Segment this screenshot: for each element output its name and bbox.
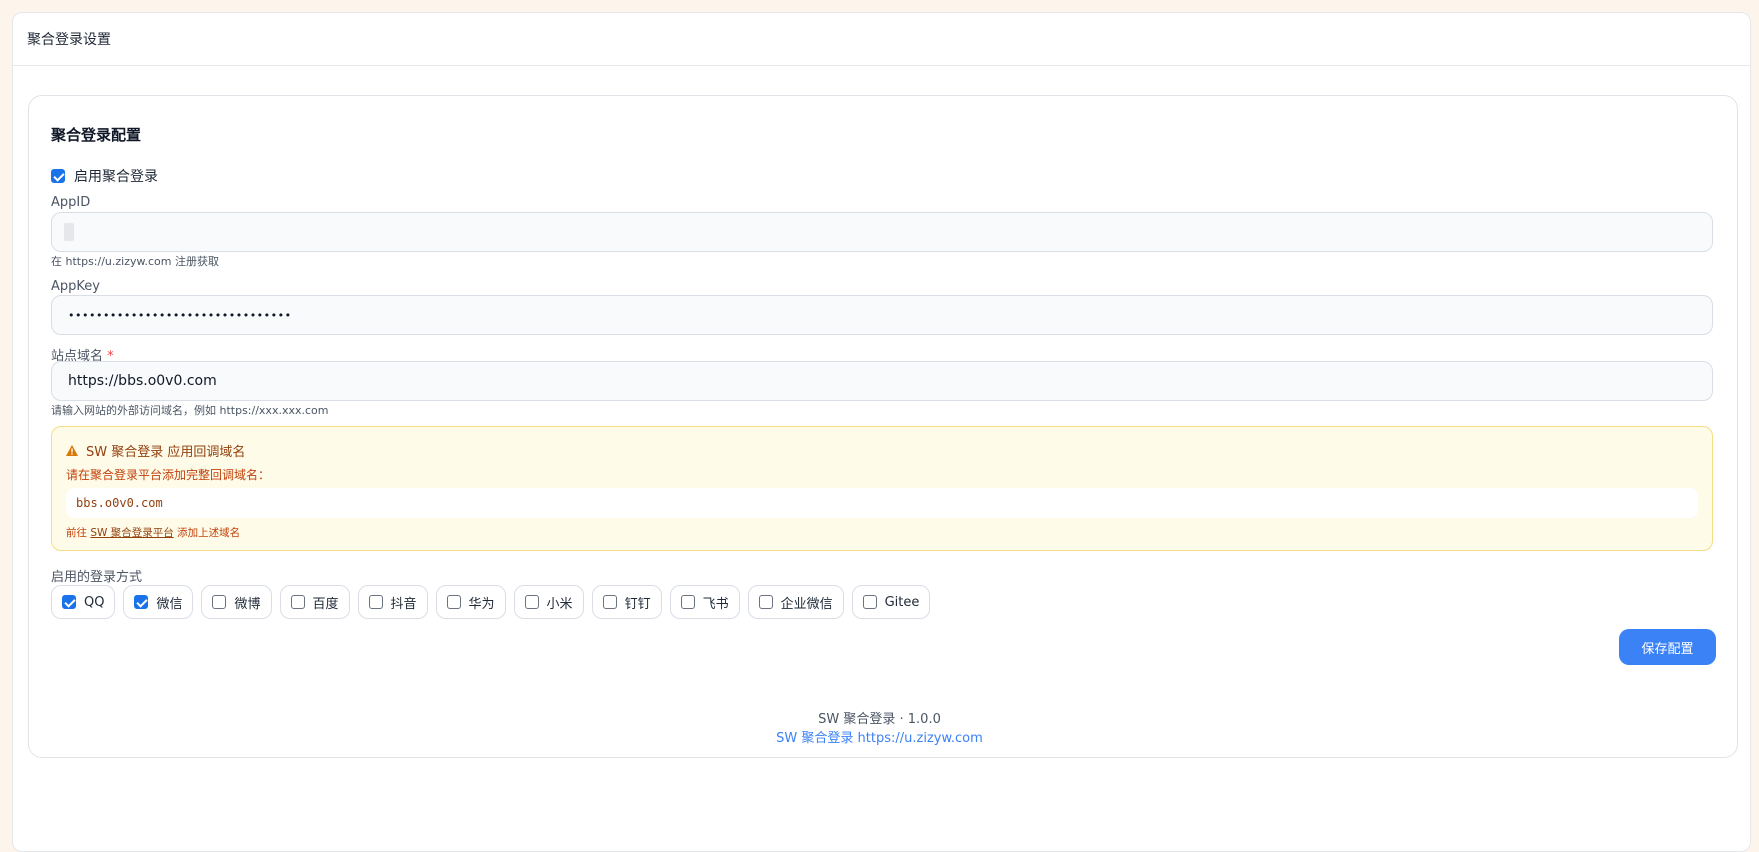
- method-checkbox[interactable]: [862, 595, 877, 609]
- callback-title-text: SW 聚合登录 应用回调域名: [86, 445, 246, 460]
- appid-value-mask: [64, 223, 74, 241]
- method-chip[interactable]: 微博: [201, 585, 272, 619]
- callback-subtitle: 请在聚合登录平台添加完整回调域名：: [66, 468, 271, 482]
- method-label: 抖音: [390, 596, 417, 612]
- callback-domain-code: bbs.o0v0.com: [66, 488, 1698, 518]
- method-checkbox[interactable]: [368, 595, 383, 609]
- method-chip[interactable]: 微信: [123, 585, 194, 619]
- foot-prefix: 前往: [66, 527, 91, 539]
- callback-notice: SW 聚合登录 应用回调域名 请在聚合登录平台添加完整回调域名： bbs.o0v…: [51, 426, 1713, 551]
- login-methods: QQ 微信 微博 百度 抖音 华为 小米 钉钉 飞书 企业微信 Gitee: [51, 585, 931, 619]
- method-chip[interactable]: 华为: [435, 585, 506, 619]
- domain-help: 请输入网站的外部访问域名，例如 https://xxx.xxx.com: [51, 404, 329, 417]
- config-card: 聚合登录配置 启用聚合登录 AppID 在 https://u.zizyw.co…: [28, 95, 1738, 758]
- appid-help: 在 https://u.zizyw.com 注册获取: [51, 255, 219, 268]
- method-checkbox[interactable]: [602, 595, 617, 609]
- method-label: 微信: [156, 596, 183, 612]
- method-label: 百度: [312, 596, 339, 612]
- method-checkbox[interactable]: [680, 595, 695, 609]
- method-label: 微博: [234, 596, 261, 612]
- appkey-input[interactable]: ••••••••••••••••••••••••••••••••: [51, 295, 1713, 335]
- domain-value: https://bbs.o0v0.com: [68, 373, 217, 389]
- method-chip[interactable]: 飞书: [669, 585, 740, 619]
- appid-input[interactable]: [51, 212, 1713, 252]
- footer-version: SW 聚合登录 · 1.0.0: [818, 712, 941, 727]
- method-checkbox[interactable]: [446, 595, 461, 609]
- method-chip[interactable]: 百度: [279, 585, 350, 619]
- card-title: 聚合登录配置: [51, 126, 142, 144]
- methods-label: 启用的登录方式: [51, 570, 143, 585]
- enable-aggregate-login[interactable]: 启用聚合登录: [51, 166, 158, 186]
- domain-input[interactable]: https://bbs.o0v0.com: [51, 361, 1713, 401]
- method-checkbox[interactable]: [212, 595, 227, 609]
- enable-label: 启用聚合登录: [74, 169, 158, 185]
- method-checkbox[interactable]: [134, 595, 149, 609]
- method-chip[interactable]: 抖音: [357, 585, 428, 619]
- footer-link[interactable]: SW 聚合登录 https://u.zizyw.com: [0, 727, 1759, 746]
- warning-triangle-icon: [66, 445, 78, 456]
- appkey-label: AppKey: [51, 279, 100, 294]
- method-checkbox[interactable]: [62, 595, 76, 609]
- method-chip[interactable]: 钉钉: [591, 585, 662, 619]
- platform-link[interactable]: SW 聚合登录平台: [90, 527, 173, 539]
- appkey-value: ••••••••••••••••••••••••••••••••: [68, 308, 292, 322]
- method-checkbox[interactable]: [290, 595, 305, 609]
- method-checkbox[interactable]: [524, 595, 539, 609]
- method-label: Gitee: [884, 594, 920, 610]
- callback-footnote: 前往 SW 聚合登录平台 添加上述域名: [66, 525, 240, 540]
- method-chip[interactable]: QQ: [51, 585, 116, 619]
- save-config-button[interactable]: 保存配置: [1619, 629, 1716, 665]
- method-label: 钉钉: [624, 596, 651, 612]
- appid-label: AppID: [51, 195, 91, 210]
- callback-notice-title: SW 聚合登录 应用回调域名: [66, 441, 245, 460]
- method-label: 小米: [546, 596, 573, 612]
- method-label: QQ: [84, 594, 105, 610]
- method-chip[interactable]: 小米: [513, 585, 584, 619]
- method-checkbox[interactable]: [758, 595, 773, 609]
- foot-suffix: 添加上述域名: [173, 527, 241, 539]
- method-label: 华为: [468, 596, 495, 612]
- panel-header: 聚合登录设置: [13, 13, 1750, 66]
- panel-title: 聚合登录设置: [27, 32, 111, 48]
- method-label: 飞书: [702, 596, 729, 612]
- enable-checkbox[interactable]: [51, 169, 65, 183]
- method-chip[interactable]: 企业微信: [747, 585, 844, 619]
- method-label: 企业微信: [780, 596, 833, 612]
- method-chip[interactable]: Gitee: [851, 585, 931, 619]
- callback-code-text: bbs.o0v0.com: [76, 496, 163, 510]
